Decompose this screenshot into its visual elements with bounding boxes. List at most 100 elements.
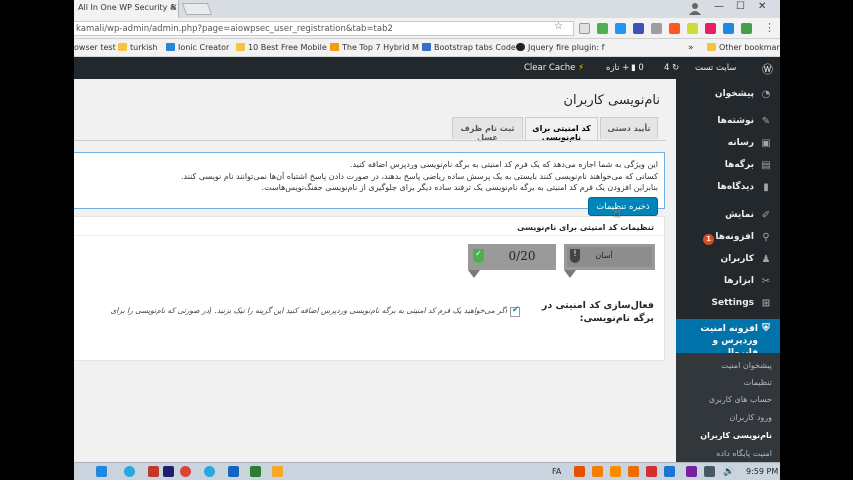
extension-icon[interactable] — [705, 23, 716, 34]
site-name-link[interactable]: سایت تست — [695, 63, 736, 73]
bookmark-icon — [330, 43, 339, 51]
tab-title: All In One WP Security & — [78, 3, 177, 12]
shield-warning-icon: ! — [570, 249, 580, 263]
folder-icon — [707, 43, 716, 51]
profile-icon[interactable] — [688, 2, 702, 15]
bookmark[interactable]: Jquery fire plugin: f — [516, 43, 604, 52]
url-field[interactable]: kamali/wp-admin/admin.php?page=aiowpsec_… — [74, 21, 574, 36]
submenu-database-security[interactable]: امنیت پایگاه داده — [716, 449, 772, 458]
extension-icon[interactable] — [615, 23, 626, 34]
wordpress-logo-icon[interactable]: Ⓦ — [762, 61, 773, 77]
score-value: 0/20 — [508, 249, 536, 263]
new-tab-button[interactable] — [181, 3, 213, 15]
menu-icon[interactable]: ⋮ — [764, 21, 775, 34]
security-submenu: پیشخوان امنیت تنظیمات حساب های کاربری ور… — [676, 353, 780, 462]
bookmark[interactable]: The Top 7 Hybrid M — [330, 43, 419, 52]
camtasia-icon[interactable] — [250, 466, 261, 477]
user-icon: ♟ — [761, 254, 771, 265]
extension-icon[interactable] — [597, 23, 608, 34]
menu-tools[interactable]: ابزارها ✂ — [676, 276, 780, 296]
menu-appearance[interactable]: نمایش ✐ — [676, 210, 780, 230]
brush-icon: ✐ — [761, 210, 771, 221]
bookmark[interactable]: owser test — [74, 43, 116, 52]
telegram-icon[interactable] — [204, 466, 215, 477]
volume-icon[interactable]: 🔊 — [723, 467, 734, 477]
hand-cursor-icon: ☝ — [613, 206, 621, 221]
submenu-user-registration[interactable]: نام‌نویسی کاربران — [700, 431, 772, 440]
settings-box-title: تنظیمات کد امنیتی برای نام‌نویسی — [74, 217, 664, 236]
tray-icon[interactable] — [664, 466, 675, 477]
star-icon[interactable]: ☆ — [554, 21, 563, 32]
tray-icon[interactable] — [592, 466, 603, 477]
more-bookmarks-icon[interactable]: » — [688, 43, 694, 53]
ionic-icon — [166, 43, 175, 51]
app-icon[interactable] — [272, 466, 283, 477]
extension-icon[interactable] — [633, 23, 644, 34]
bookmark[interactable]: Ionic Creator — [166, 43, 229, 52]
submenu-security-dashboard[interactable]: پیشخوان امنیت — [721, 361, 772, 370]
browser-tab[interactable]: All In One WP Security & ✕ — [74, 0, 179, 18]
tray-icon[interactable] — [628, 466, 639, 477]
updates-count[interactable]: 4 ↻ — [664, 63, 679, 73]
save-settings-button[interactable]: ذخیره تنظیمات — [588, 197, 658, 216]
tab-divider — [74, 140, 666, 141]
bookmark[interactable]: Bootstrap tabs Code — [422, 43, 516, 52]
extension-icon[interactable] — [687, 23, 698, 34]
extension-icon[interactable] — [669, 23, 680, 34]
language-indicator[interactable]: FA — [552, 467, 561, 476]
menu-dashboard[interactable]: پیشخوان ◔ — [676, 89, 780, 109]
tab-manual-approval[interactable]: تأیید دستی — [600, 117, 658, 139]
app-icon[interactable] — [148, 466, 159, 477]
new-content-button[interactable]: تازه + — [606, 63, 629, 73]
tab-registration-captcha[interactable]: کد امنیتی برای نام‌نویسی — [525, 117, 598, 142]
extension-icon[interactable] — [741, 23, 752, 34]
premiere-icon[interactable] — [163, 466, 174, 477]
info-line: بنابراین افزودن یک فرم کد امنیتی به برگه… — [261, 183, 658, 192]
submenu-user-accounts[interactable]: حساب های کاربری — [709, 395, 772, 404]
tray-icon[interactable] — [646, 466, 657, 477]
minimize-icon[interactable]: — — [714, 1, 724, 12]
difficulty-badge: آسان ! — [564, 244, 655, 278]
enable-captcha-checkbox[interactable]: ✔ — [510, 305, 520, 317]
network-icon[interactable] — [704, 466, 715, 477]
menu-users[interactable]: کاربران ♟ — [676, 254, 780, 274]
wrench-icon: ✂ — [761, 276, 771, 287]
tab-honeypot[interactable]: ثبت نام ظرف عسل — [452, 117, 523, 142]
app-icon[interactable] — [228, 466, 239, 477]
folder-icon — [118, 43, 127, 51]
tray-icon[interactable] — [610, 466, 621, 477]
bookmark[interactable]: turkish — [118, 43, 158, 52]
extension-icon[interactable] — [579, 23, 590, 34]
clear-cache-button[interactable]: Clear Cache ⚡ — [524, 63, 584, 73]
telegram-icon[interactable] — [124, 466, 135, 477]
tray-icon[interactable] — [686, 466, 697, 477]
info-line: این ویژگی به شما اجازه می‌دهد که یک فرم … — [349, 160, 658, 169]
comments-count[interactable]: ▮ 0 — [631, 63, 644, 73]
other-bookmarks[interactable]: Other bookmark — [707, 43, 780, 52]
tray-icon[interactable] — [574, 466, 585, 477]
page-title: نام‌نویسی کاربران — [563, 93, 660, 108]
browser-window: All In One WP Security & ✕ — ☐ ✕ kamali/… — [74, 0, 780, 462]
tab-bar: All In One WP Security & ✕ — ☐ ✕ — [74, 0, 780, 18]
bookmarks-bar: owser test turkish Ionic Creator 10 Best… — [74, 39, 780, 57]
bookmark[interactable]: 10 Best Free Mobile — [236, 43, 327, 52]
clock[interactable]: 9:59 PM — [746, 467, 778, 476]
submenu-settings[interactable]: تنظیمات — [744, 378, 772, 387]
address-bar: kamali/wp-admin/admin.php?page=aiowpsec_… — [74, 18, 780, 39]
shield-app-icon[interactable] — [96, 466, 107, 477]
close-window-icon[interactable]: ✕ — [758, 1, 766, 12]
submenu-user-login[interactable]: ورود کاربران — [729, 413, 772, 422]
maximize-icon[interactable]: ☐ — [736, 1, 745, 12]
close-tab-icon[interactable]: ✕ — [170, 3, 178, 13]
menu-posts[interactable]: نوشته‌ها ✎ — [676, 116, 780, 136]
menu-settings[interactable]: Settings ⊞ — [676, 298, 780, 318]
menu-media[interactable]: رسانه ▣ — [676, 138, 780, 158]
chrome-icon[interactable] — [180, 466, 191, 477]
extension-icon[interactable] — [723, 23, 734, 34]
menu-plugins[interactable]: افزونه‌ها 1 ⚲ — [676, 232, 780, 252]
menu-security-plugin[interactable]: افزونه امنیت وردپرس و فایروال ⛨ — [670, 319, 780, 358]
extension-icon[interactable] — [651, 23, 662, 34]
menu-comments[interactable]: دیدگاه‌ها ▮ — [676, 182, 780, 202]
menu-pages[interactable]: برگه‌ها ▤ — [676, 160, 780, 180]
pin-icon: ✎ — [761, 116, 771, 127]
